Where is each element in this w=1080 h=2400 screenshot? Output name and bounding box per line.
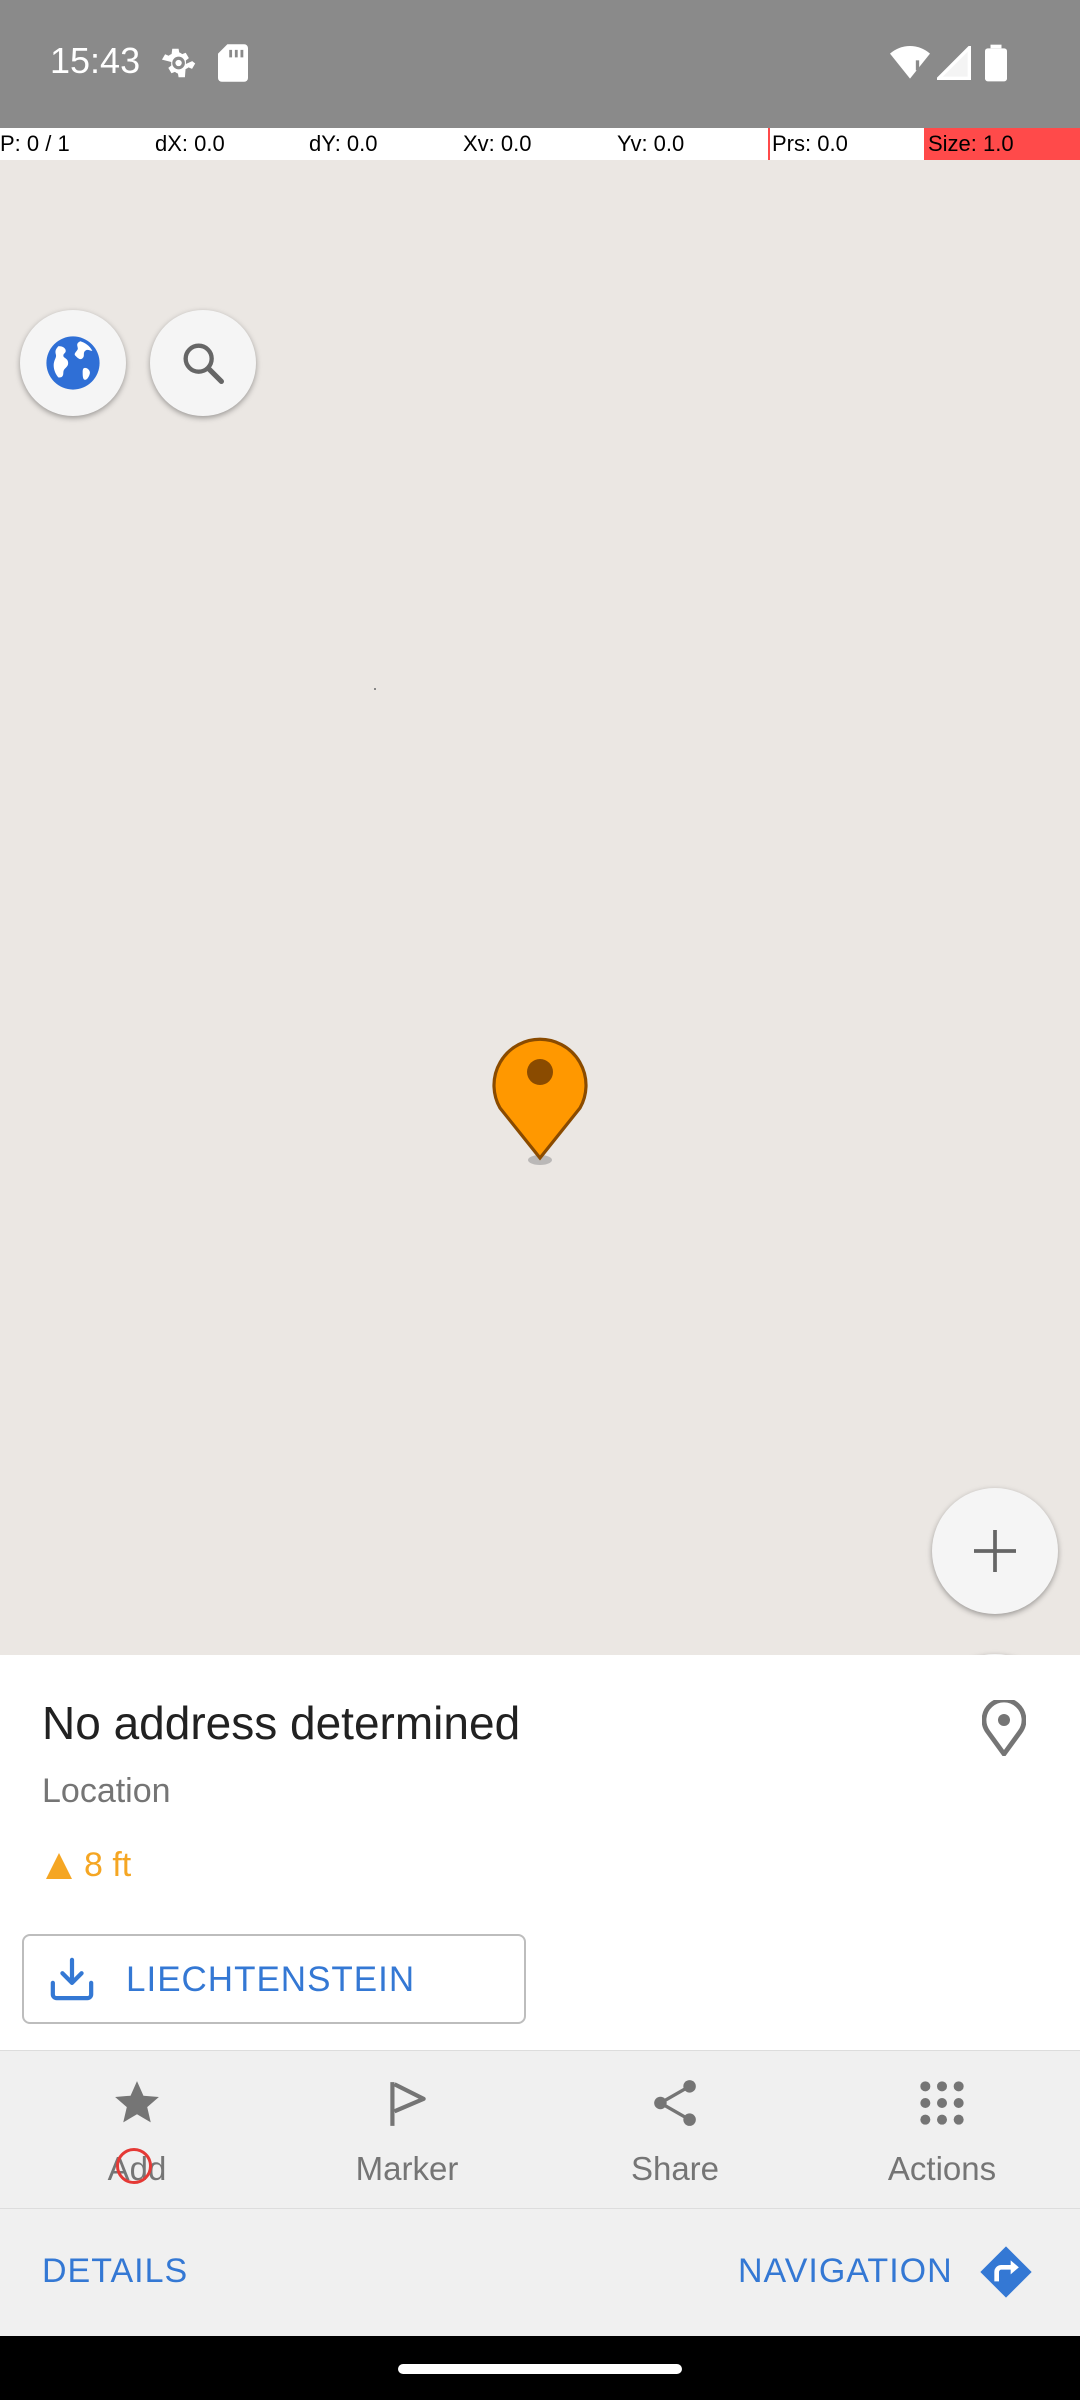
status-time: 15:43 bbox=[50, 40, 141, 81]
home-gesture-handle[interactable] bbox=[398, 2364, 682, 2374]
zoom-in-icon bbox=[974, 1530, 1016, 1572]
share-icon bbox=[654, 2080, 696, 2126]
navigation-button[interactable]: NAVIGATION bbox=[738, 2252, 953, 2291]
touch-indicator bbox=[116, 2148, 152, 2184]
distance-arrow-icon bbox=[46, 1853, 72, 1879]
details-button[interactable]: DETAILS bbox=[42, 2252, 188, 2291]
battery-full-icon bbox=[985, 44, 1007, 82]
download-icon bbox=[50, 1957, 94, 2001]
debug-dx: dX: 0.0 bbox=[155, 131, 225, 156]
share-label: Share bbox=[630, 2150, 720, 2187]
search-button[interactable] bbox=[150, 310, 256, 416]
place-type: Location bbox=[42, 1772, 171, 1810]
debug-xv: Xv: 0.0 bbox=[463, 131, 532, 156]
star-icon bbox=[115, 2081, 159, 2123]
more-actions-button[interactable]: Actions bbox=[807, 2050, 1077, 2208]
flag-icon bbox=[390, 2082, 426, 2126]
map-feature-dot bbox=[374, 688, 376, 690]
marker-label: Marker bbox=[355, 2150, 459, 2187]
debug-dy: dY: 0.0 bbox=[309, 131, 378, 156]
map-view[interactable] bbox=[0, 160, 1080, 1780]
wifi-alert-icon bbox=[890, 46, 930, 79]
settings-gear-icon bbox=[161, 48, 196, 78]
grid-dots-icon bbox=[920, 2081, 964, 2125]
place-address: No address determined bbox=[42, 1697, 521, 1749]
place-pin-icon[interactable] bbox=[982, 1700, 1026, 1756]
debug-prs: Prs: 0.0 bbox=[772, 131, 848, 156]
search-icon bbox=[183, 343, 225, 385]
debug-size: Size: 1.0 bbox=[928, 131, 1014, 156]
actions-label: Actions bbox=[887, 2150, 997, 2187]
pressure-indicator bbox=[768, 128, 770, 160]
cell-signal-icon bbox=[937, 46, 971, 80]
debug-yv: Yv: 0.0 bbox=[617, 131, 685, 156]
share-button[interactable]: Share bbox=[540, 2050, 810, 2208]
sd-card-icon bbox=[218, 44, 248, 82]
globe-button[interactable] bbox=[20, 310, 126, 416]
location-marker-icon[interactable] bbox=[488, 1036, 592, 1166]
place-distance: 8 ft bbox=[84, 1846, 132, 1884]
directions-icon[interactable] bbox=[978, 2244, 1034, 2300]
add-bookmark-button[interactable]: Add bbox=[2, 2050, 272, 2208]
zoom-in-button[interactable] bbox=[932, 1488, 1058, 1614]
debug-pointer: P: 0 / 1 bbox=[0, 131, 70, 156]
download-map-label: LIECHTENSTEIN bbox=[126, 1960, 416, 1999]
marker-button[interactable]: Marker bbox=[272, 2050, 542, 2208]
globe-icon bbox=[46, 336, 100, 390]
